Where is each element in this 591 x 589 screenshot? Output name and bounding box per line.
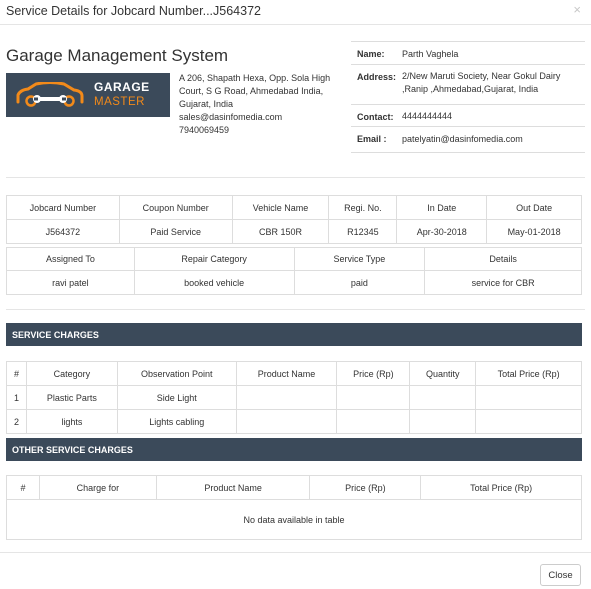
column-header: In Date	[396, 195, 488, 220]
assignment-table: Assigned To Repair Category Service Type…	[6, 247, 582, 295]
total-price-cell	[475, 385, 582, 410]
column-header: Quantity	[409, 361, 477, 386]
name-value: Parth Vaghela	[398, 41, 585, 65]
quantity-cell	[409, 409, 477, 434]
column-header: Price (Rp)	[336, 361, 411, 386]
in-date: Apr-30-2018	[396, 219, 488, 244]
vehicle-name: CBR 150R	[231, 219, 330, 244]
column-header: Charge for	[38, 475, 157, 500]
close-button[interactable]: Close	[540, 564, 581, 586]
column-header: Vehicle Name	[231, 195, 330, 220]
table-row: 1 Plastic Parts Side Light	[6, 385, 582, 410]
car-wrench-icon	[16, 82, 84, 107]
other-service-charges-header: OTHER SERVICE CHARGES	[6, 438, 582, 461]
address-value: 2/New Maruti Society, Near Gokul Dairy ,…	[398, 64, 585, 105]
coupon-number: Paid Service	[118, 219, 233, 244]
jobcard-header-row: Jobcard Number Coupon Number Vehicle Nam…	[6, 195, 582, 220]
column-header: Product Name	[155, 475, 311, 500]
other-charges-header-row: # Charge for Product Name Price (Rp) Tot…	[6, 475, 582, 500]
column-header: #	[6, 361, 27, 386]
column-header: Regi. No.	[328, 195, 398, 220]
row-number: 2	[6, 409, 27, 434]
email-label: Email :	[351, 126, 398, 153]
column-header: Coupon Number	[118, 195, 233, 220]
service-charges-table: # Category Observation Point Product Nam…	[6, 361, 582, 434]
address-label: Address:	[351, 64, 398, 105]
customer-address-row: Address: 2/New Maruti Society, Near Goku…	[351, 64, 585, 105]
price-cell	[336, 409, 411, 434]
modal-title: Service Details for Jobcard Number...J56…	[6, 4, 261, 18]
row-number: 1	[6, 385, 27, 410]
column-header: Jobcard Number	[6, 195, 120, 220]
company-address: A 206, Shapath Hexa, Opp. Sola High Cour…	[179, 72, 339, 137]
empty-row: No data available in table	[6, 499, 582, 540]
column-header: Product Name	[235, 361, 338, 386]
column-header: Total Price (Rp)	[475, 361, 582, 386]
total-price-cell	[475, 409, 582, 434]
assignment-header-row: Assigned To Repair Category Service Type…	[6, 247, 582, 271]
divider	[6, 177, 585, 178]
customer-name-row: Name: Parth Vaghela	[351, 41, 585, 65]
out-date: May-01-2018	[486, 219, 582, 244]
contact-value: 4444444444	[398, 104, 585, 127]
contact-label: Contact:	[351, 104, 398, 127]
observation-point-cell: Lights cabling	[116, 409, 237, 434]
name-label: Name:	[351, 41, 398, 65]
company-email: sales@dasinfomedia.com	[179, 112, 283, 122]
assignment-value-row: ravi patel booked vehicle paid service f…	[6, 270, 582, 295]
quantity-cell	[409, 385, 477, 410]
empty-table-message: No data available in table	[6, 499, 582, 540]
jobcard-table: Jobcard Number Coupon Number Vehicle Nam…	[6, 195, 582, 244]
address-line: Court, S G Road, Ahmedabad India,	[179, 86, 324, 96]
service-charges-header: SERVICE CHARGES	[6, 323, 582, 346]
company-phone: 7940069459	[179, 125, 230, 135]
product-name-cell	[235, 385, 338, 410]
column-header: Total Price (Rp)	[420, 475, 582, 500]
garage-master-logo: GARAGE MASTER	[6, 73, 170, 117]
address-line: A 206, Shapath Hexa, Opp. Sola High	[179, 73, 331, 83]
price-cell	[336, 385, 411, 410]
column-header: Repair Category	[133, 247, 295, 271]
column-header: Details	[424, 247, 582, 271]
column-header: #	[6, 475, 40, 500]
divider	[6, 309, 585, 310]
column-header: Service Type	[293, 247, 426, 271]
system-title: Garage Management System	[6, 46, 229, 65]
column-header: Category	[25, 361, 118, 386]
customer-contact-row: Contact: 4444444444	[351, 104, 585, 127]
jobcard-number: J564372	[6, 219, 120, 244]
modal-header: Service Details for Jobcard Number...J56…	[0, 0, 591, 25]
table-row: 2 lights Lights cabling	[6, 409, 582, 434]
details: service for CBR	[424, 270, 582, 295]
logo-text-master: MASTER	[94, 96, 145, 108]
email-value: patelyatin@dasinfomedia.com	[398, 126, 585, 153]
other-service-charges-table: # Charge for Product Name Price (Rp) Tot…	[6, 475, 582, 540]
product-name-cell	[235, 409, 338, 434]
address-line: Gujarat, India	[179, 99, 234, 109]
repair-category: booked vehicle	[133, 270, 295, 295]
assigned-to: ravi patel	[6, 270, 135, 295]
modal-footer-divider	[0, 552, 591, 553]
column-header: Out Date	[486, 195, 582, 220]
service-type: paid	[293, 270, 426, 295]
column-header: Assigned To	[6, 247, 135, 271]
observation-point-cell: Side Light	[116, 385, 237, 410]
jobcard-value-row: J564372 Paid Service CBR 150R R12345 Apr…	[6, 219, 582, 244]
customer-info-table: Name: Parth Vaghela Address: 2/New Marut…	[351, 41, 585, 153]
customer-email-row: Email : patelyatin@dasinfomedia.com	[351, 126, 585, 153]
category-cell: Plastic Parts	[25, 385, 118, 410]
close-icon[interactable]: ×	[573, 2, 581, 17]
column-header: Price (Rp)	[309, 475, 422, 500]
service-charges-header-row: # Category Observation Point Product Nam…	[6, 361, 582, 386]
column-header: Observation Point	[116, 361, 237, 386]
registration-number: R12345	[328, 219, 398, 244]
logo-text-garage: GARAGE	[94, 80, 150, 94]
category-cell: lights	[25, 409, 118, 434]
